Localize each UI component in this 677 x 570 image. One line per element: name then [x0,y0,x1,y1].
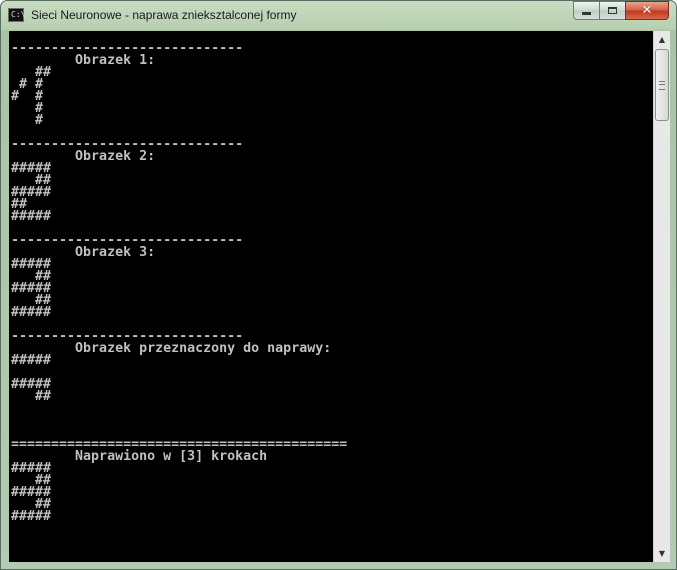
console-line: Obrazek przeznaczony do naprawy: [11,341,332,356]
vertical-scrollbar[interactable]: ▲ ▼ [653,31,670,562]
minimize-button[interactable] [573,1,599,20]
scrollbar-thumb[interactable] [655,49,669,121]
console-output[interactable]: ----------------------------- Obrazek 1:… [9,31,653,562]
console-line: ##### [11,509,52,524]
scroll-down-arrow-icon[interactable]: ▼ [654,545,670,562]
scrollbar-grip-icon [659,81,665,90]
close-icon: ✕ [641,3,653,18]
console-line: # [11,113,44,128]
maximize-icon [608,7,617,14]
window-title: Sieci Neuronowe - naprawa znieksztalcone… [31,8,297,22]
console-line: ##### [11,209,52,224]
close-button[interactable]: ✕ [625,1,669,20]
console-icon-prompt: C:\ [11,10,26,19]
title-bar[interactable]: C:\ Sieci Neuronowe - naprawa znieksztal… [1,1,676,31]
console-line: ## [11,389,52,404]
minimize-icon [582,12,591,15]
console-window-icon[interactable]: C:\ [8,8,26,22]
console-window: C:\ Sieci Neuronowe - naprawa znieksztal… [0,0,677,570]
scroll-up-arrow-icon[interactable]: ▲ [654,31,670,48]
console-line: ##### [11,353,52,368]
console-line: ##### [11,305,52,320]
caption-buttons: ✕ [573,1,669,20]
maximize-button[interactable] [599,1,625,20]
